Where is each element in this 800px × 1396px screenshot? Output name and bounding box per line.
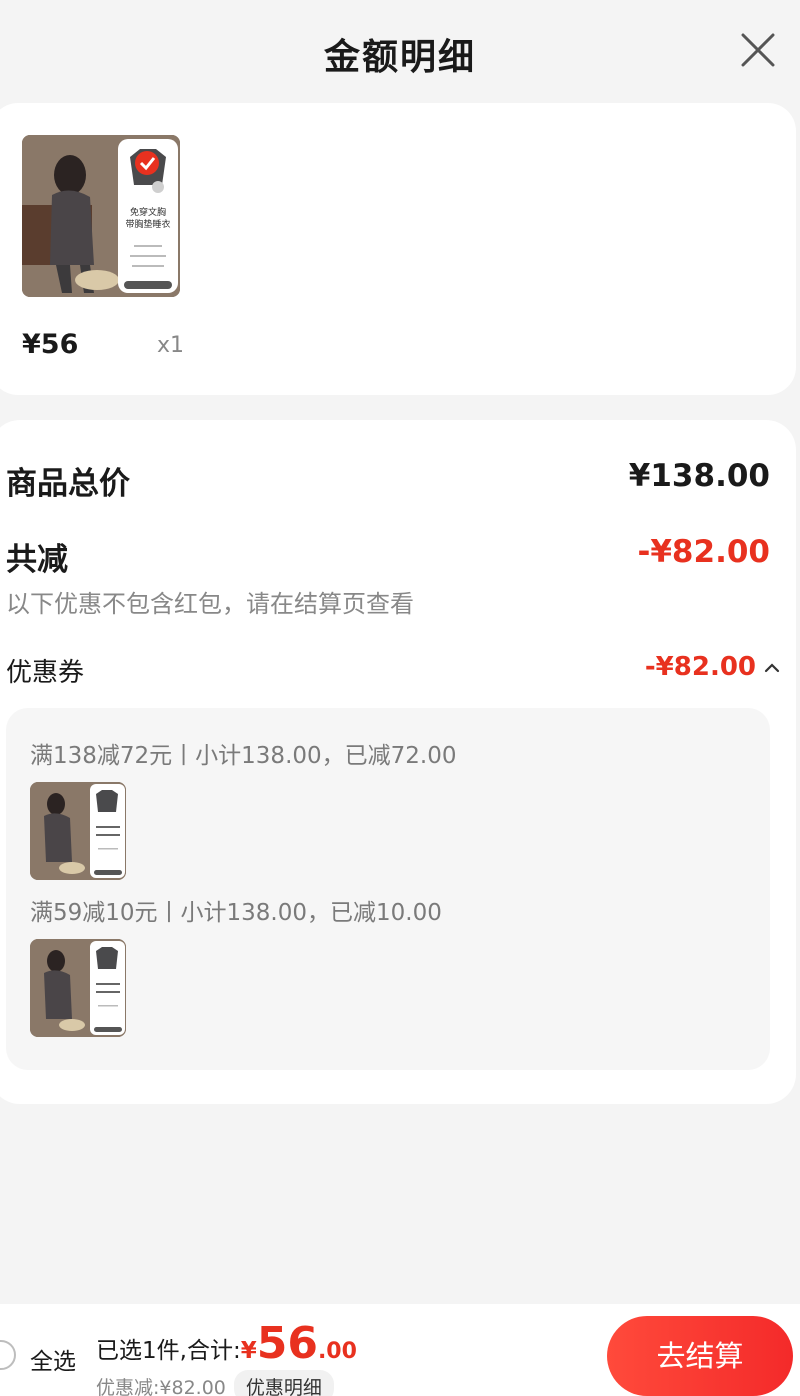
product-image-line1: 免穿文胸 <box>130 206 166 218</box>
discount-note: 以下优惠不包含红包，请在结算页查看 <box>6 590 414 618</box>
product-image-line2: 带胸垫睡衣 <box>125 218 170 230</box>
selected-text: 已选1件,合计: <box>96 1338 241 1364</box>
total-price-symbol: ¥ <box>240 1338 257 1364</box>
total-label: 商品总价 <box>6 466 130 502</box>
coupon-rule-product-image <box>30 782 126 880</box>
coupon-value[interactable]: -¥82.00 <box>645 652 756 682</box>
header: 金额明细 <box>0 0 800 100</box>
bottom-bar: 全选 已选1件,合计:¥56.00 优惠减:¥82.00 优惠明细 去结算 <box>0 1304 800 1396</box>
product-quantity: x1 <box>157 333 185 358</box>
coupon-rule-text: 满59减10元丨小计138.00，已减10.00 <box>30 900 442 926</box>
select-all-label[interactable]: 全选 <box>30 1342 76 1376</box>
product-card: 免穿文胸 带胸垫睡衣 ¥56 x1 <box>0 103 796 395</box>
reduce-value: -¥82.00 <box>637 534 771 570</box>
product-image[interactable]: 免穿文胸 带胸垫睡衣 <box>22 135 180 297</box>
select-all-radio[interactable] <box>0 1340 16 1370</box>
discount-line: 优惠减:¥82.00 优惠明细 <box>96 1370 334 1396</box>
total-price-integer: 56 <box>256 1318 318 1369</box>
coupon-detail-panel: 满138减72元丨小计138.00，已减72.00 满59减10元丨小计138.… <box>6 708 770 1070</box>
discount-detail-button[interactable]: 优惠明细 <box>233 1370 334 1396</box>
total-value: ¥138.00 <box>628 458 770 494</box>
reduce-label: 共减 <box>6 542 68 578</box>
product-price: ¥56 <box>22 329 79 360</box>
coupon-rule-product-image <box>30 939 126 1037</box>
chevron-up-icon[interactable] <box>760 656 784 680</box>
total-price-decimal: .00 <box>317 1339 357 1364</box>
discount-text: 优惠减:¥82.00 <box>96 1377 226 1396</box>
close-icon[interactable] <box>738 30 778 70</box>
page-title: 金额明细 <box>323 37 476 78</box>
selected-summary: 已选1件,合计:¥56.00 <box>96 1318 357 1369</box>
summary-card: 商品总价 ¥138.00 共减 -¥82.00 以下优惠不包含红包，请在结算页查… <box>0 420 796 1104</box>
coupon-rule-text: 满138减72元丨小计138.00，已减72.00 <box>30 743 457 769</box>
coupon-label[interactable]: 优惠券 <box>6 652 84 689</box>
checkout-button[interactable]: 去结算 <box>607 1316 793 1396</box>
